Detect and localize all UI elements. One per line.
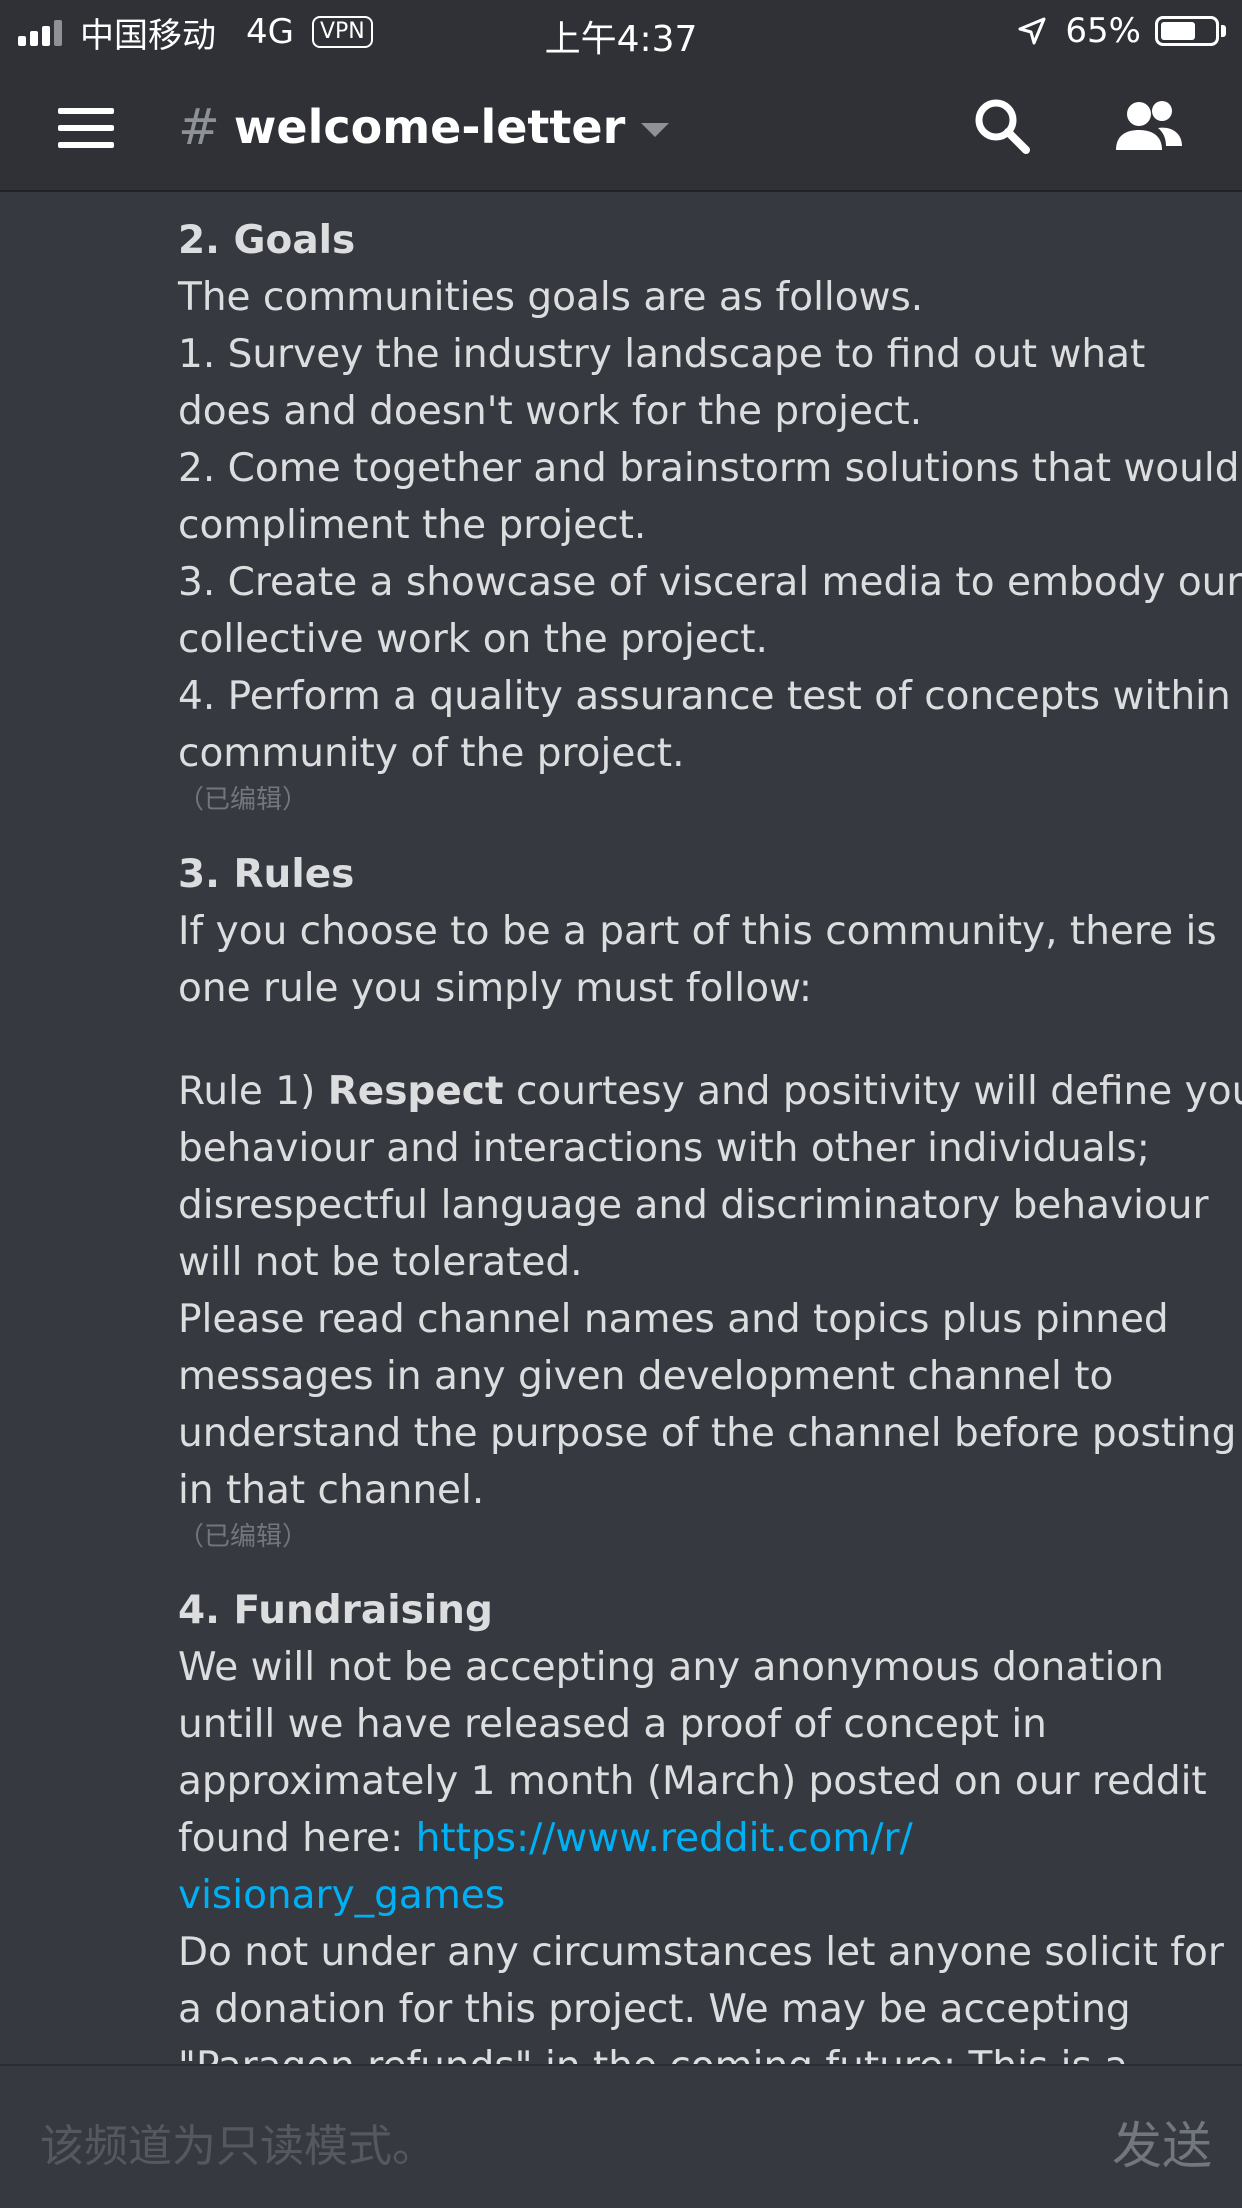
status-right: 65%	[1017, 10, 1226, 52]
section-heading: 3. Rules	[178, 852, 355, 897]
message-line: a donation for this project. We may be a…	[178, 1987, 1131, 2032]
battery-icon	[1155, 16, 1219, 46]
reddit-link[interactable]: https://www.reddit.com/r/	[416, 1816, 913, 1861]
message-rules: 3. Rules If you choose to be a part of t…	[178, 846, 1242, 1555]
message-line: messages in any given development channe…	[178, 1354, 1114, 1399]
link-line: found here: https://www.reddit.com/r/	[178, 1810, 1208, 1867]
edited-tag: （已编辑）	[178, 1522, 309, 1552]
section-heading: 2. Goals	[178, 218, 356, 263]
link-line: visionary_games	[178, 1867, 1208, 1924]
members-icon[interactable]	[1112, 92, 1186, 162]
send-button[interactable]: 发送	[1112, 2106, 1212, 2178]
battery-fill	[1161, 22, 1195, 40]
message-fundraising: 4. Fundraising We will not be accepting …	[178, 1582, 1224, 2064]
message-line: 3. Create a showcase of visceral media t…	[178, 560, 1242, 605]
channel-name: welcome-letter	[233, 100, 626, 154]
message-line: The communities goals are as follows.	[178, 275, 924, 320]
rule-line: Rule 1) Respect courtesy and positivity …	[178, 1063, 1242, 1120]
channel-header: # welcome-letter	[0, 64, 1242, 192]
link-prefix: found here:	[178, 1816, 416, 1861]
message-line: will not be tolerated.	[178, 1240, 583, 1285]
message-line: understand the purpose of the channel be…	[178, 1411, 1237, 1456]
search-icon[interactable]	[968, 92, 1038, 162]
discord-channel-screen: 中国移动 4G VPN 上午4:37 65% # welcome-letter	[0, 0, 1242, 2208]
message-line: "Paragon refunds" in the coming future; …	[178, 2038, 1208, 2064]
message-line: community of the project.	[178, 731, 685, 776]
rule-rest: courtesy and positivity will define your	[503, 1069, 1242, 1114]
menu-icon[interactable]	[58, 108, 114, 148]
message-line: compliment the project.	[178, 503, 647, 548]
message-input[interactable]: 该频道为只读模式。	[40, 2110, 436, 2174]
battery-cap	[1221, 25, 1226, 37]
message-line: disrespectful language and discriminator…	[178, 1183, 1209, 1228]
message-line: We will not be accepting any anonymous d…	[178, 1645, 1165, 1690]
message-line: 2. Come together and brainstorm solution…	[178, 446, 1240, 491]
message-line: Do not under any circumstances let anyon…	[178, 1930, 1224, 1975]
message-line: behaviour and interactions with other in…	[178, 1126, 1150, 1171]
message-line: collective work on the project.	[178, 617, 768, 662]
message-line: 1. Survey the industry landscape to find…	[178, 332, 1146, 377]
message-line: one rule you simply must follow:	[178, 966, 812, 1011]
channel-hash-icon: #	[178, 98, 220, 156]
message-line: in that channel.	[178, 1468, 485, 1513]
message-line: If you choose to be a part of this commu…	[178, 909, 1217, 954]
location-arrow-icon	[1018, 17, 1046, 45]
reddit-link-continued[interactable]: visionary_games	[178, 1873, 505, 1918]
message-line: Please read channel names and topics plu…	[178, 1297, 1169, 1342]
message-line: 4. Perform a quality assurance test of c…	[178, 674, 1231, 719]
message-list[interactable]: 2. Goals The communities goals are as fo…	[0, 192, 1242, 2064]
rule-prefix: Rule 1)	[178, 1069, 328, 1114]
message-line: untill we have released a proof of conce…	[178, 1702, 1047, 1747]
message-line: approximately 1 month (March) posted on …	[178, 1759, 1207, 1804]
message-line: does and doesn't work for the project.	[178, 389, 923, 434]
dropdown-caret-icon	[641, 123, 670, 137]
channel-title[interactable]: # welcome-letter	[178, 96, 670, 158]
rule-bold-word: Respect	[327, 1069, 504, 1114]
section-heading: 4. Fundraising	[178, 1588, 493, 1633]
message-input-bar: 该频道为只读模式。 发送	[0, 2064, 1242, 2208]
edited-tag: （已编辑）	[178, 785, 309, 815]
battery-percent: 65%	[1065, 11, 1141, 51]
message-goals: 2. Goals The communities goals are as fo…	[178, 212, 1242, 818]
status-bar: 中国移动 4G VPN 上午4:37 65%	[0, 0, 1242, 64]
